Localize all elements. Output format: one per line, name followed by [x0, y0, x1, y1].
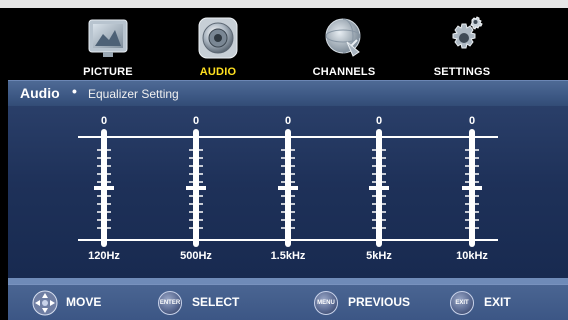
eq-band-label: 120Hz [88, 250, 120, 262]
hint-previous-label: PREVIOUS [348, 295, 411, 309]
hint-exit-label: EXIT [484, 295, 511, 309]
eq-band-label: 10kHz [456, 250, 488, 262]
eq-band-label: 5kHz [366, 250, 392, 262]
gears-icon [452, 16, 483, 49]
nav-label-channels: CHANNELS [312, 66, 376, 78]
eq-band-label: 1.5kHz [271, 250, 306, 262]
title-separator: • [72, 83, 77, 99]
eq-band-label: 500Hz [180, 250, 212, 262]
tv-screen: PICTURE AUDIO CHANNELS SETTINGS Audio • … [0, 0, 568, 320]
nav-item-settings[interactable]: SETTINGS [412, 8, 512, 80]
nav-label-picture: PICTURE [83, 66, 133, 78]
dpad-icon [32, 290, 58, 316]
nav-label-audio: AUDIO [199, 66, 237, 78]
nav-item-audio[interactable]: AUDIO [168, 8, 268, 80]
equalizer-panel: 0 120Hz 0 500Hz 0 1.5kHz 0 5kHz 0 10kHz [8, 106, 568, 278]
eq-slider-knob [94, 186, 114, 190]
eq-slider-knob [462, 186, 482, 190]
satellite-dish-icon [325, 18, 361, 57]
picture-icon [88, 19, 128, 57]
enter-button-icon: ENTER [158, 291, 182, 315]
eq-band-value: 0 [376, 115, 382, 127]
footer-hints: MOVE ENTER SELECT MENU PREVIOUS EXIT EXI… [8, 284, 568, 320]
menu-button-icon: MENU [314, 291, 338, 315]
equalizer-graph: 0 120Hz 0 500Hz 0 1.5kHz 0 5kHz 0 10kHz [78, 115, 498, 262]
nav-item-channels[interactable]: CHANNELS [294, 8, 394, 80]
top-bezel [0, 0, 568, 8]
hint-select-label: SELECT [192, 295, 240, 309]
exit-button-icon: EXIT [450, 291, 474, 315]
top-menu: PICTURE AUDIO CHANNELS SETTINGS [8, 8, 568, 80]
eq-band-value: 0 [285, 115, 291, 127]
eq-slider-knob [278, 186, 298, 190]
eq-band-value: 0 [469, 115, 475, 127]
nav-item-picture[interactable]: PICTURE [58, 8, 158, 80]
page-subtitle: Equalizer Setting [88, 87, 179, 101]
nav-label-settings: SETTINGS [433, 66, 491, 78]
hint-move-label: MOVE [66, 295, 102, 309]
eq-slider-knob [369, 186, 389, 190]
eq-band-value: 0 [101, 115, 107, 127]
section-header: Audio • Equalizer Setting [8, 80, 568, 106]
page-title: Audio [20, 85, 60, 101]
eq-slider-knob [186, 186, 206, 190]
eq-band-value: 0 [193, 115, 199, 127]
speaker-icon [198, 17, 238, 59]
